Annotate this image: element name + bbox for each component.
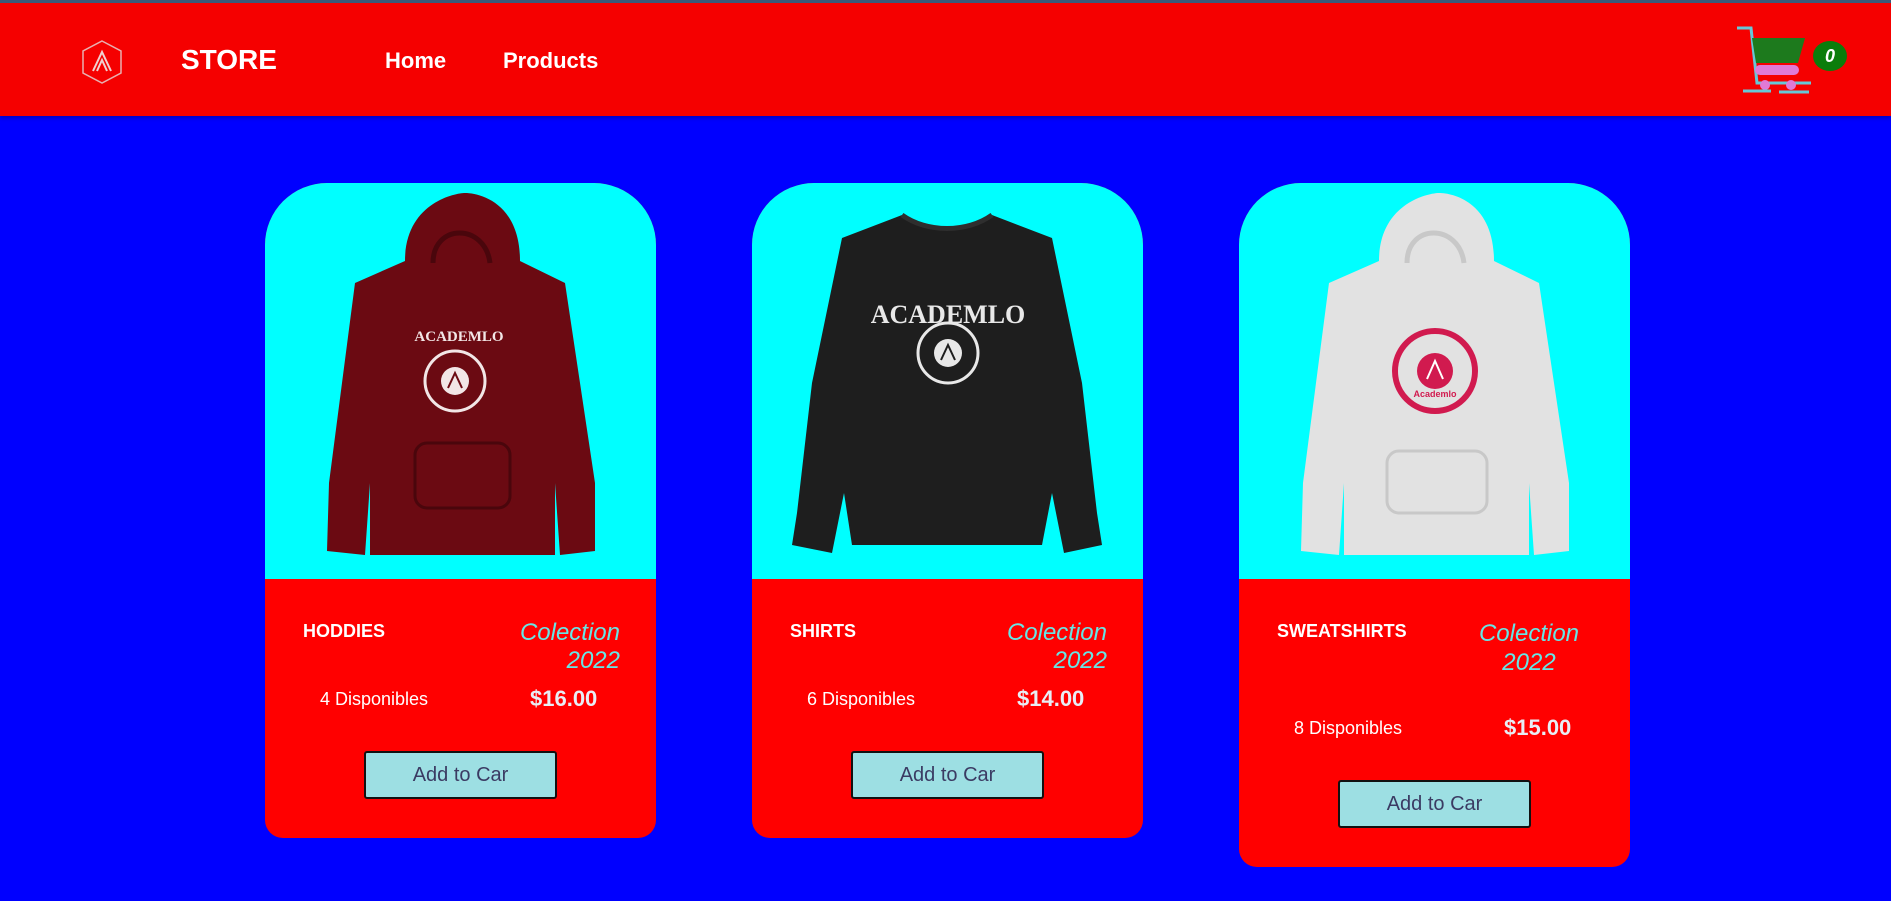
- product-collection: Colection 2022: [1478, 620, 1580, 676]
- product-card: Academlo SWEATSHIRTS Colection 2022 8 Di…: [1239, 183, 1630, 867]
- hoodie-print-text: ACADEMLO: [414, 329, 503, 345]
- cart-icon[interactable]: [1735, 25, 1813, 97]
- product-image: ACADEMLO: [265, 183, 656, 579]
- sweater-print-text: ACADEMLO: [871, 300, 1026, 329]
- product-name: SHIRTS: [790, 621, 857, 641]
- product-price: $15.00: [1504, 715, 1572, 740]
- add-to-cart-button[interactable]: Add to Car: [851, 751, 1044, 799]
- add-to-cart-button[interactable]: Add to Car: [364, 751, 557, 799]
- product-price: $16.00: [530, 686, 598, 711]
- nav-link-home[interactable]: Home: [385, 48, 446, 74]
- cart-count-badge: 0: [1813, 41, 1847, 71]
- product-collection: Colection 2022: [1006, 619, 1107, 674]
- product-image: Academlo: [1239, 183, 1630, 579]
- hoodie-print-text: Academlo: [1413, 389, 1457, 399]
- product-name: SWEATSHIRTS: [1277, 621, 1407, 641]
- nav-link-products[interactable]: Products: [503, 48, 598, 74]
- navbar: STORE Home Products 0: [0, 0, 1891, 116]
- product-name: HODDIES: [303, 621, 386, 641]
- product-card: ACADEMLO HODDIES Colection 2022 4 Dispon…: [265, 183, 656, 838]
- product-card: ACADEMLO SHIRTS Colection 2022 6 Disponi…: [752, 183, 1143, 838]
- product-image: ACADEMLO: [752, 183, 1143, 579]
- product-stock: 8 Disponibles: [1294, 718, 1403, 738]
- add-to-cart-button[interactable]: Add to Car: [1338, 780, 1531, 828]
- brand-title[interactable]: STORE: [181, 44, 277, 76]
- academlo-logo-icon[interactable]: [80, 39, 124, 85]
- product-stock: 4 Disponibles: [320, 689, 429, 709]
- product-collection: Colection 2022: [519, 619, 620, 674]
- product-price: $14.00: [1017, 686, 1085, 711]
- product-stock: 6 Disponibles: [807, 689, 916, 709]
